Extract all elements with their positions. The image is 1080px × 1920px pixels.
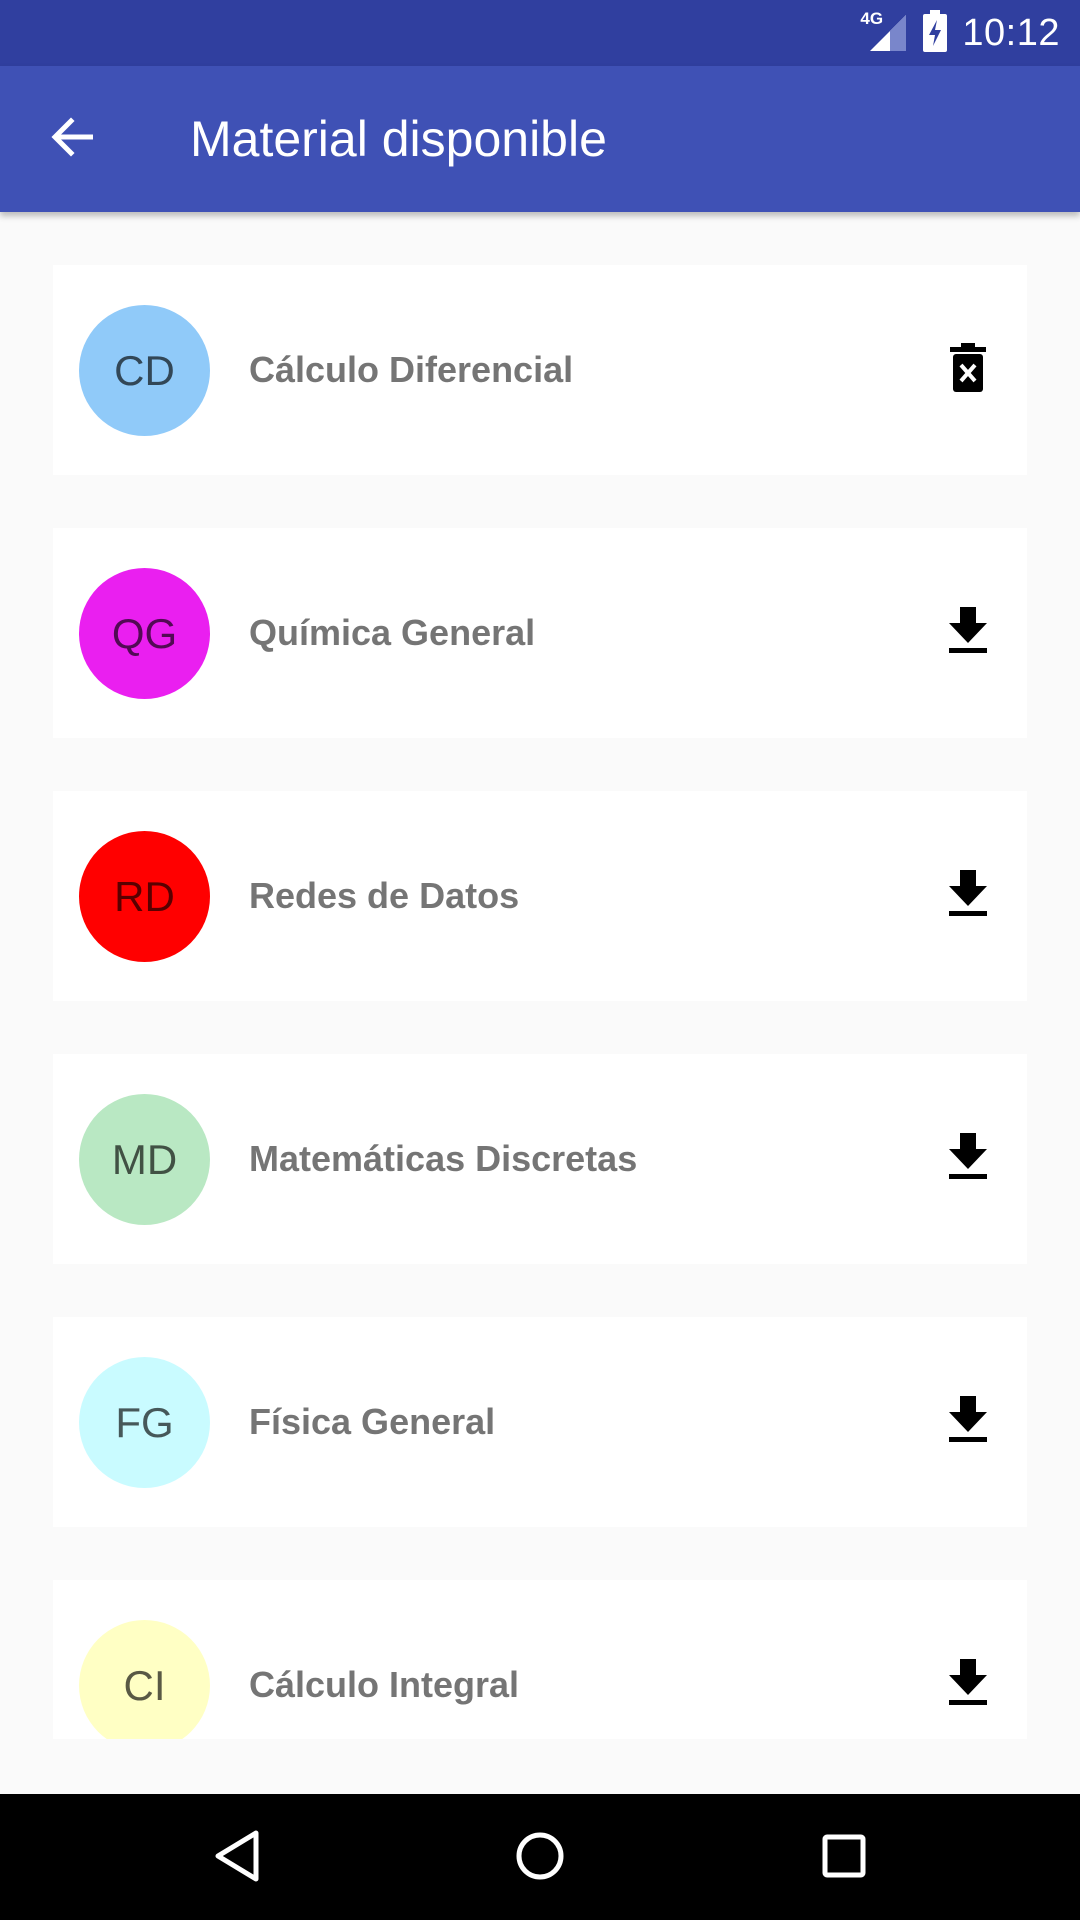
subject-list: CD Cálculo Diferencial QG Química Genera…	[0, 212, 1080, 1739]
download-button[interactable]	[933, 861, 1003, 931]
clock: 10:12	[962, 11, 1060, 54]
download-icon	[947, 1132, 989, 1186]
avatar-initials: MD	[111, 1135, 178, 1183]
home-circle-icon	[514, 1830, 566, 1887]
avatar: FG	[79, 1357, 210, 1488]
network-type: 4G	[860, 9, 884, 28]
subject-name: Cálculo Integral	[249, 1664, 520, 1705]
nav-back-button[interactable]	[201, 1822, 273, 1894]
avatar: CI	[79, 1620, 210, 1739]
avatar-initials: QG	[111, 609, 178, 657]
avatar: QG	[79, 568, 210, 699]
download-button[interactable]	[933, 1650, 1003, 1720]
back-triangle-icon	[212, 1829, 262, 1888]
battery-charging-icon	[922, 9, 948, 57]
download-button[interactable]	[933, 1387, 1003, 1457]
download-icon	[947, 1395, 989, 1449]
list-item[interactable]: RD Redes de Datos	[53, 791, 1027, 1001]
list-item[interactable]: CD Cálculo Diferencial	[53, 265, 1027, 475]
app-bar: Material disponible	[0, 66, 1080, 212]
download-icon	[947, 1658, 989, 1712]
download-button[interactable]	[933, 598, 1003, 668]
subject-name: Física General	[249, 1401, 496, 1442]
subject-name: Matemáticas Discretas	[249, 1138, 638, 1179]
subject-name: Química General	[249, 612, 536, 653]
delete-button[interactable]	[933, 335, 1003, 405]
list-item[interactable]: QG Química General	[53, 528, 1027, 738]
subject-name: Redes de Datos	[249, 875, 520, 916]
navigation-bar	[0, 1794, 1080, 1920]
signal-icon: 4G	[860, 9, 908, 53]
delete-forever-icon	[948, 342, 988, 398]
download-button[interactable]	[933, 1124, 1003, 1194]
avatar: RD	[79, 831, 210, 962]
status-icons: 4G 10:12	[860, 0, 1060, 66]
nav-home-button[interactable]	[504, 1822, 576, 1894]
subject-name: Cálculo Diferencial	[249, 349, 574, 390]
arrow-back-icon	[49, 116, 95, 162]
page-title: Material disponible	[190, 111, 607, 167]
list-item[interactable]: FG Física General	[53, 1317, 1027, 1527]
download-icon	[947, 869, 989, 923]
avatar: MD	[79, 1094, 210, 1225]
avatar-initials: CD	[114, 346, 175, 394]
avatar-initials: RD	[114, 872, 175, 920]
avatar-initials: FG	[115, 1398, 174, 1446]
recents-square-icon	[820, 1832, 868, 1885]
download-icon	[947, 606, 989, 660]
avatar-initials: CI	[123, 1661, 166, 1709]
status-bar: 4G 10:12	[0, 0, 1080, 66]
list-item[interactable]: CI Cálculo Integral	[53, 1580, 1027, 1739]
back-button[interactable]	[36, 106, 108, 172]
list-item[interactable]: MD Matemáticas Discretas	[53, 1054, 1027, 1264]
nav-recents-button[interactable]	[808, 1822, 880, 1894]
avatar: CD	[79, 305, 210, 436]
